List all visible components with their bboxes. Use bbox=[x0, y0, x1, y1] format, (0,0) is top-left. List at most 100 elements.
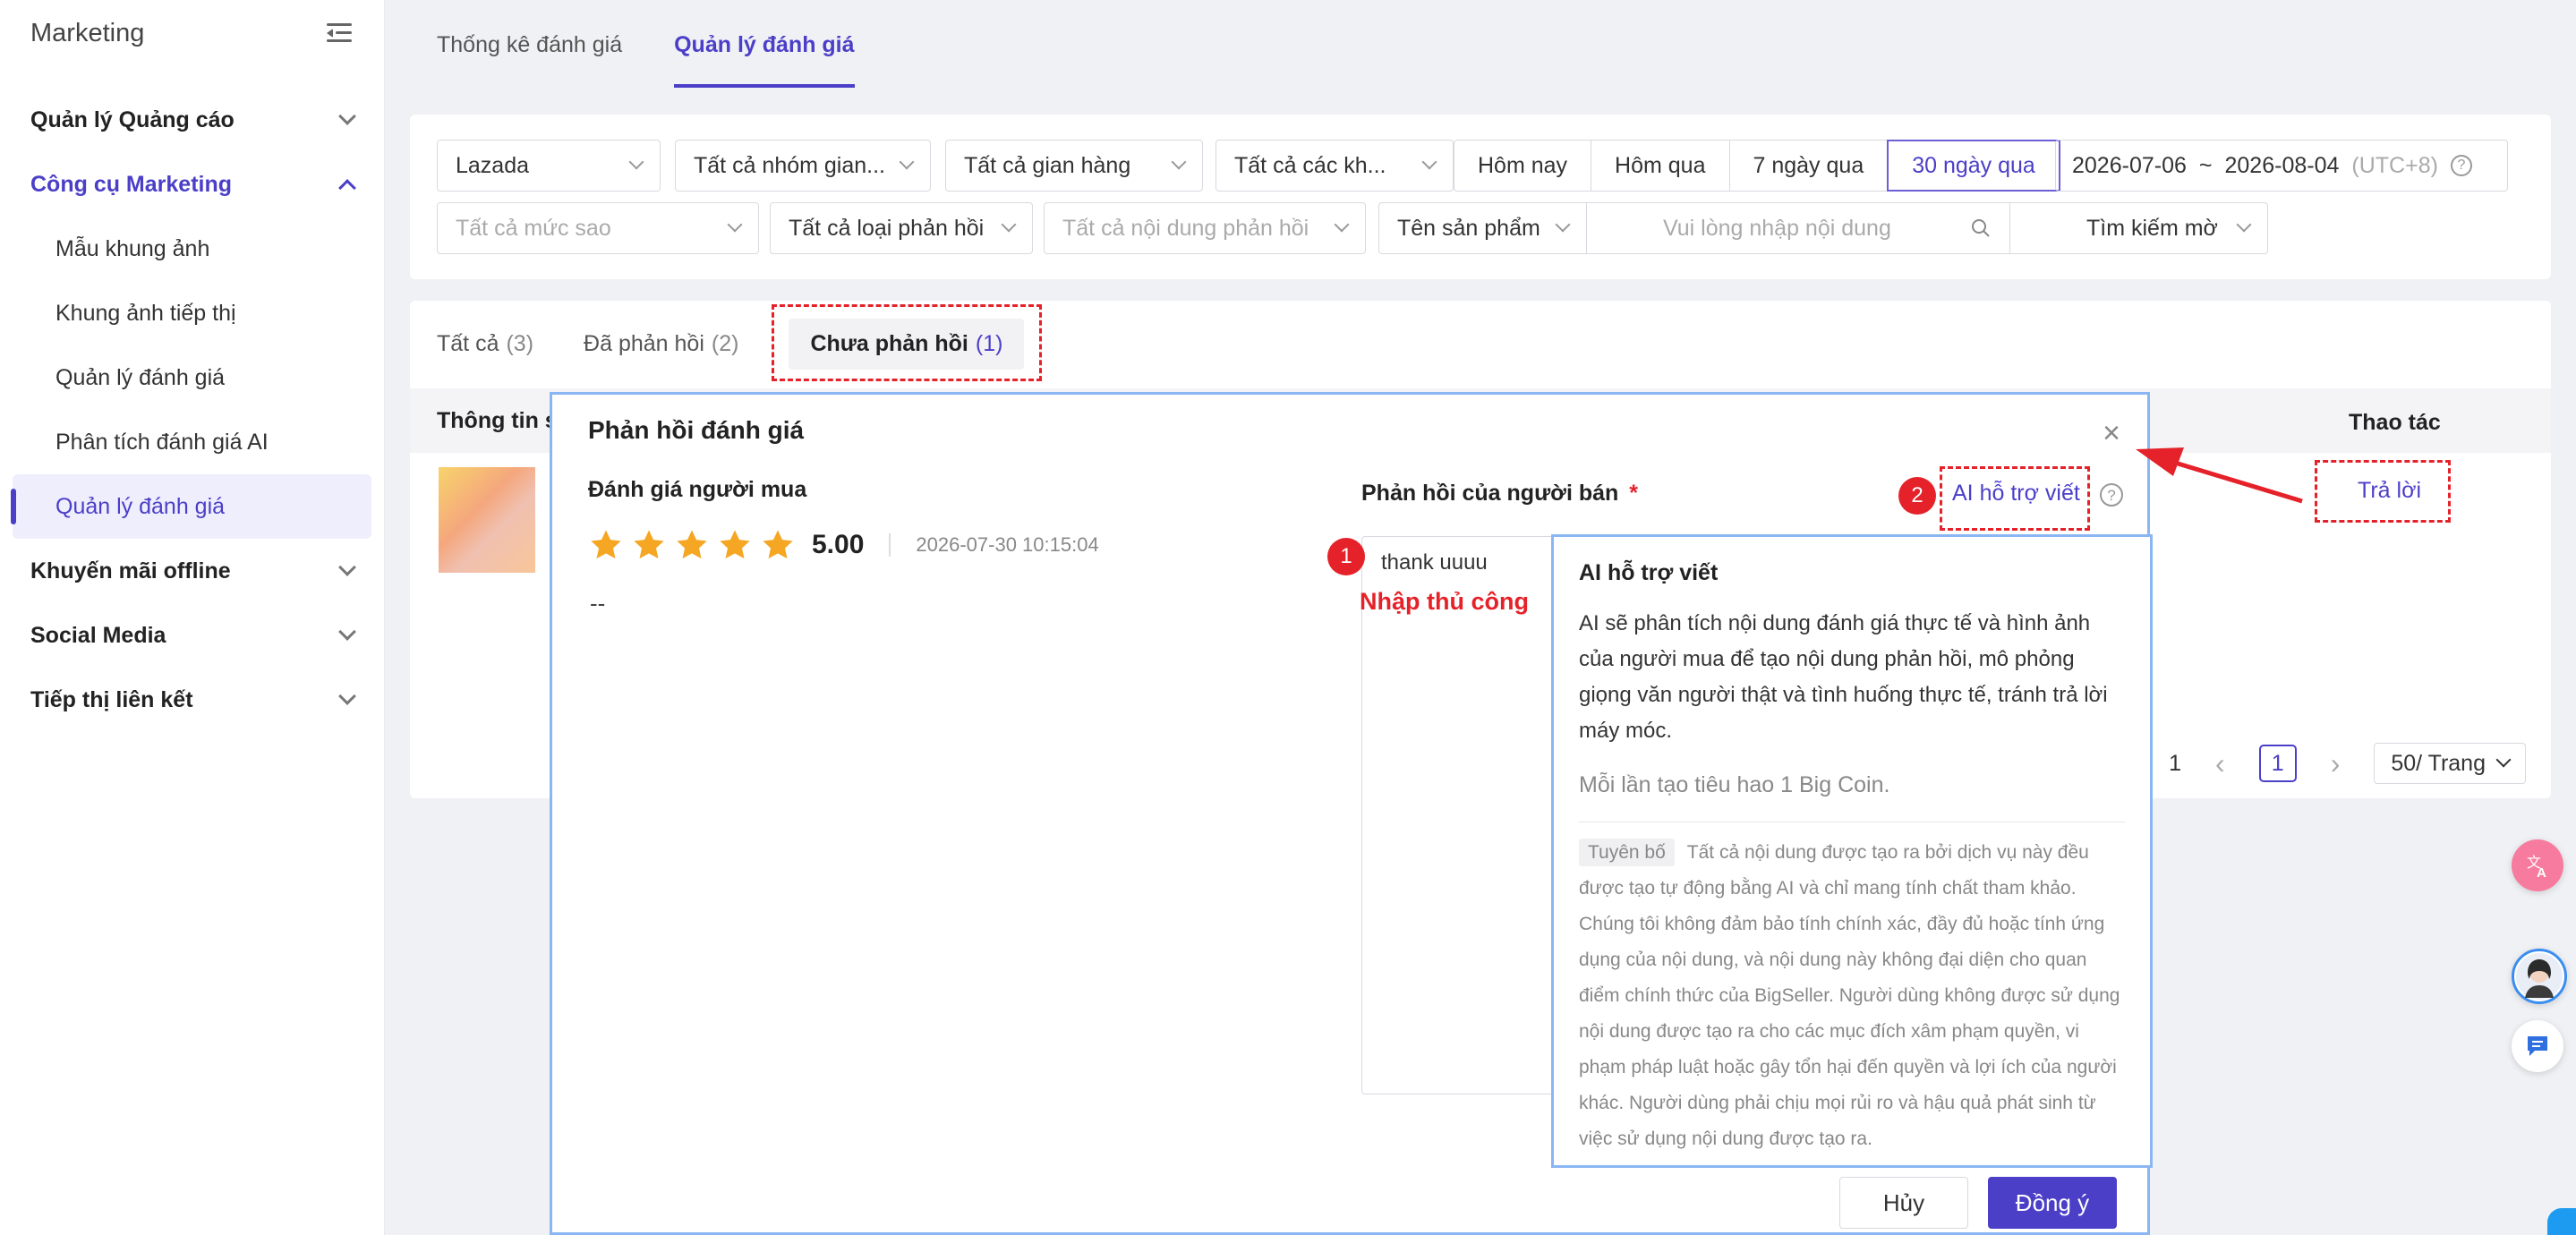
sidebar-item-ads[interactable]: Quản lý Quảng cáo bbox=[0, 88, 384, 152]
store-group-select[interactable]: Tất cả nhóm gian... bbox=[675, 140, 931, 192]
sidebar-item-label: Công cụ Marketing bbox=[30, 171, 233, 197]
sidebar-sub-review-management[interactable]: Quản lý đánh giá bbox=[0, 345, 384, 410]
sidebar-item-label: Tiếp thị liên kết bbox=[30, 686, 193, 712]
star-icon bbox=[591, 530, 621, 559]
sidebar-sub-marketing-frame[interactable]: Khung ảnh tiếp thị bbox=[0, 281, 384, 345]
chevron-down-icon bbox=[1171, 154, 1187, 170]
date-start: 2026-07-06 bbox=[2072, 152, 2187, 178]
period-segmented-control: Hôm nay Hôm qua 7 ngày qua 30 ngày qua bbox=[1454, 140, 2060, 192]
tooltip-disclaimer: Tuyên bố Tất cả nội dung được tạo ra bởi … bbox=[1579, 835, 2125, 1157]
chevron-down-icon bbox=[1001, 217, 1017, 233]
chevron-down-icon bbox=[338, 623, 356, 641]
star-icon bbox=[720, 530, 750, 559]
tab-label: Tất cả bbox=[437, 330, 499, 356]
date-range-picker[interactable]: 2026-07-06 ~ 2026-08-04 (UTC+8) ? bbox=[2055, 140, 2508, 192]
annotation-arrow-icon bbox=[2136, 447, 2303, 504]
period-7-days[interactable]: 7 ngày qua bbox=[1730, 141, 1889, 191]
chevron-up-icon bbox=[338, 179, 356, 197]
customer-select-value: Tất cả các kh... bbox=[1234, 152, 1386, 178]
reply-content-select[interactable]: Tất cả nội dung phản hồi bbox=[1044, 202, 1366, 254]
top-tabs: Thống kê đánh giá Quản lý đánh giá bbox=[437, 0, 855, 89]
pagination-next[interactable]: › bbox=[2331, 747, 2341, 780]
col-operations: Thao tác bbox=[2349, 410, 2441, 435]
pagination-total: 1 bbox=[2169, 750, 2182, 776]
store-select[interactable]: Tất cả gian hàng bbox=[945, 140, 1203, 192]
cancel-button[interactable]: Hủy bbox=[1839, 1177, 1968, 1229]
ai-assist-tooltip: AI hỗ trợ viết AI sẽ phân tích nội dung … bbox=[1551, 534, 2153, 1168]
sidebar-header: Marketing bbox=[0, 0, 384, 66]
reply-content-select-value: Tất cả nội dung phản hồi bbox=[1062, 215, 1309, 241]
date-separator: ~ bbox=[2198, 152, 2213, 178]
period-30-days[interactable]: 30 ngày qua bbox=[1887, 140, 2060, 192]
tooltip-title: AI hỗ trợ viết bbox=[1579, 560, 1719, 585]
search-input-placeholder: Vui lòng nhập nội dung bbox=[1663, 215, 1891, 241]
sidebar-item-marketing-tools[interactable]: Công cụ Marketing bbox=[0, 152, 384, 217]
chevron-down-icon bbox=[338, 107, 356, 125]
tooltip-body: AI sẽ phân tích nội dung đánh giá thực t… bbox=[1579, 611, 2108, 743]
star-icon bbox=[763, 530, 793, 559]
sidebar-item-social-media[interactable]: Social Media bbox=[0, 603, 384, 668]
tab-review-management[interactable]: Quản lý đánh giá bbox=[674, 0, 855, 89]
page-size-select[interactable]: 50/ Trang bbox=[2374, 743, 2526, 784]
highlight-box-reply bbox=[2315, 460, 2451, 523]
rating-score: 5.00 bbox=[812, 530, 865, 559]
search-mode-value: Tìm kiếm mờ bbox=[2086, 215, 2218, 241]
platform-select[interactable]: Lazada bbox=[437, 140, 661, 192]
search-icon[interactable] bbox=[1970, 217, 1992, 239]
tab-count: (2) bbox=[711, 330, 739, 356]
confirm-button[interactable]: Đồng ý bbox=[1988, 1177, 2117, 1229]
sidebar-sub-frame-template[interactable]: Mẫu khung ảnh bbox=[0, 217, 384, 281]
sidebar-item-label: Quản lý Quảng cáo bbox=[30, 106, 235, 132]
chevron-down-icon bbox=[1334, 217, 1350, 233]
sidebar-item-affiliate[interactable]: Tiếp thị liên kết bbox=[0, 668, 384, 732]
highlight-box-ai-assist bbox=[1940, 466, 2090, 531]
required-mark: * bbox=[1629, 481, 1639, 506]
disclaimer-tag: Tuyên bố bbox=[1579, 839, 1675, 866]
review-text: -- bbox=[590, 590, 606, 617]
translate-icon[interactable]: 文A bbox=[2512, 839, 2563, 891]
search-field-value: Tên sản phẩm bbox=[1397, 215, 1540, 241]
star-level-select[interactable]: Tất cả mức sao bbox=[437, 202, 759, 254]
period-today[interactable]: Hôm nay bbox=[1454, 141, 1592, 191]
platform-select-value: Lazada bbox=[456, 152, 530, 178]
tab-replied[interactable]: Đã phản hồi (2) bbox=[584, 331, 738, 357]
chevron-down-icon bbox=[628, 154, 644, 170]
help-icon[interactable]: ? bbox=[2450, 155, 2472, 176]
highlight-box-not-replied bbox=[772, 304, 1042, 381]
corner-widget-icon[interactable] bbox=[2547, 1208, 2576, 1235]
tab-all[interactable]: Tất cả (3) bbox=[437, 331, 533, 357]
page-size-value: 50/ Trang bbox=[2391, 750, 2486, 776]
sidebar-title: Marketing bbox=[30, 18, 145, 47]
timezone-label: (UTC+8) bbox=[2351, 152, 2438, 178]
svg-text:A: A bbox=[2537, 865, 2546, 881]
sidebar: Marketing Quản lý Quảng cáo Công cụ Mark… bbox=[0, 0, 385, 1235]
seller-reply-textarea[interactable] bbox=[1361, 536, 1558, 1094]
search-field-select[interactable]: Tên sản phẩm bbox=[1379, 203, 1587, 253]
help-icon[interactable]: ? bbox=[2099, 482, 2124, 507]
reply-review-modal: Phản hồi đánh giá × Đánh giá người mua 5… bbox=[550, 392, 2153, 1235]
star-icon bbox=[634, 530, 664, 559]
customer-select[interactable]: Tất cả các kh... bbox=[1215, 140, 1454, 192]
support-avatar[interactable] bbox=[2512, 949, 2567, 1004]
search-input[interactable]: Vui lòng nhập nội dung bbox=[1645, 203, 2010, 253]
tab-review-stats[interactable]: Thống kê đánh giá bbox=[437, 0, 622, 89]
reply-status-tabs: Tất cả (3) Đã phản hồi (2) Chưa phản hồi (1… bbox=[410, 301, 2551, 387]
period-yesterday[interactable]: Hôm qua bbox=[1591, 141, 1730, 191]
seller-reply-value: thank uuuu bbox=[1381, 550, 1488, 575]
chat-icon[interactable] bbox=[2512, 1020, 2563, 1072]
sidebar-item-offline-promo[interactable]: Khuyến mãi offline bbox=[0, 539, 384, 603]
sidebar-sub-review-management-active[interactable]: Quản lý đánh giá bbox=[11, 474, 371, 539]
store-select-value: Tất cả gian hàng bbox=[964, 152, 1131, 178]
search-mode-select[interactable]: Tìm kiếm mờ bbox=[2068, 203, 2267, 253]
disclaimer-text: Tất cả nội dung được tạo ra bởi dịch vụ … bbox=[1579, 842, 2120, 1149]
filter-panel: Lazada Tất cả nhóm gian... Tất cả gian h… bbox=[410, 115, 2551, 279]
pagination-current[interactable]: 1 bbox=[2258, 745, 2297, 782]
sidebar-item-label: Social Media bbox=[30, 622, 166, 648]
reply-type-select[interactable]: Tất cả loại phản hồi bbox=[770, 202, 1033, 254]
sidebar-sub-ai-review-analysis[interactable]: Phân tích đánh giá AI bbox=[0, 410, 384, 474]
close-icon[interactable]: × bbox=[2103, 416, 2120, 451]
tooltip-cost: Mỗi lần tạo tiêu hao 1 Big Coin. bbox=[1579, 772, 2125, 822]
collapse-menu-icon[interactable] bbox=[327, 21, 354, 45]
pagination-prev[interactable]: ‹ bbox=[2215, 747, 2225, 780]
rating-stars: 5.00 2026-07-30 10:15:04 bbox=[588, 527, 1099, 563]
